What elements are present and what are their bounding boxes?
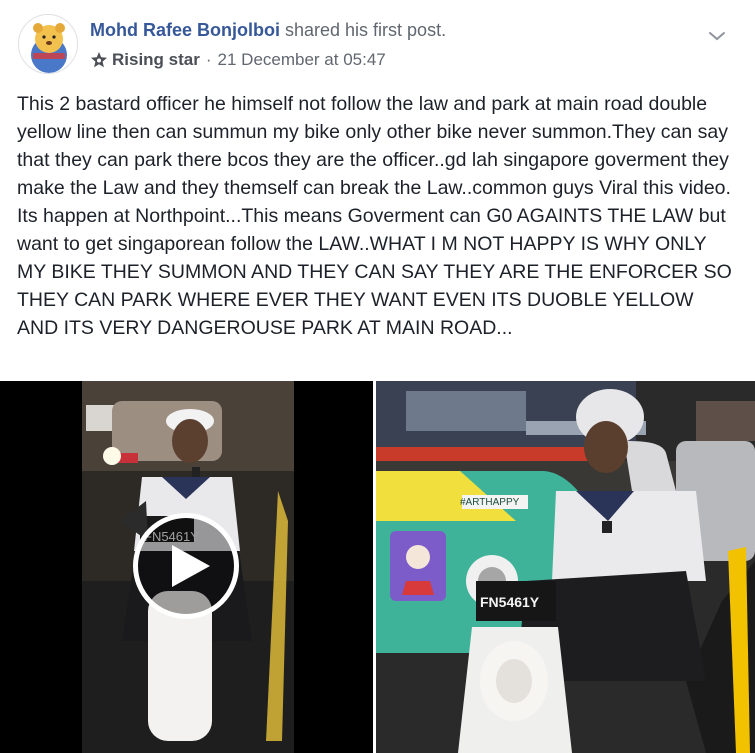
author-name-link[interactable]: Mohd Rafee Bonjolboi	[90, 20, 280, 40]
post-header: Mohd Rafee Bonjolboi shared his first po…	[18, 14, 738, 74]
photo-attachment[interactable]: #ARTHAPPY FN5461Y	[376, 381, 755, 753]
post-title-line: Mohd Rafee Bonjolboi shared his first po…	[90, 20, 446, 41]
star-badge-icon	[90, 51, 108, 69]
taxi-decal: #ARTHAPPY	[460, 497, 520, 508]
post-timestamp-link[interactable]: 21 December at 05:47	[218, 50, 386, 70]
chevron-down-icon[interactable]	[706, 28, 728, 44]
play-button[interactable]	[133, 513, 239, 619]
photo-plate: FN5461Y	[480, 594, 540, 610]
post-text: This 2 bastard officer he himself not fo…	[17, 93, 732, 339]
rising-star-badge[interactable]: Rising star	[112, 50, 200, 70]
video-attachment[interactable]: FN5461Y	[0, 381, 373, 753]
author-avatar[interactable]	[18, 14, 78, 74]
meta-separator: ·	[205, 50, 212, 69]
post-media: FN5461Y #ARTHAPPY FN5461Y	[0, 381, 755, 753]
facebook-post: Mohd Rafee Bonjolboi shared his first po…	[0, 0, 755, 753]
post-meta: Rising star · 21 December at 05:47	[90, 50, 386, 70]
bear-avatar-image	[19, 15, 77, 73]
officers-beside-taxi-image: #ARTHAPPY FN5461Y	[376, 381, 755, 753]
post-action-text: shared his first post.	[285, 20, 447, 40]
play-icon	[172, 545, 210, 587]
